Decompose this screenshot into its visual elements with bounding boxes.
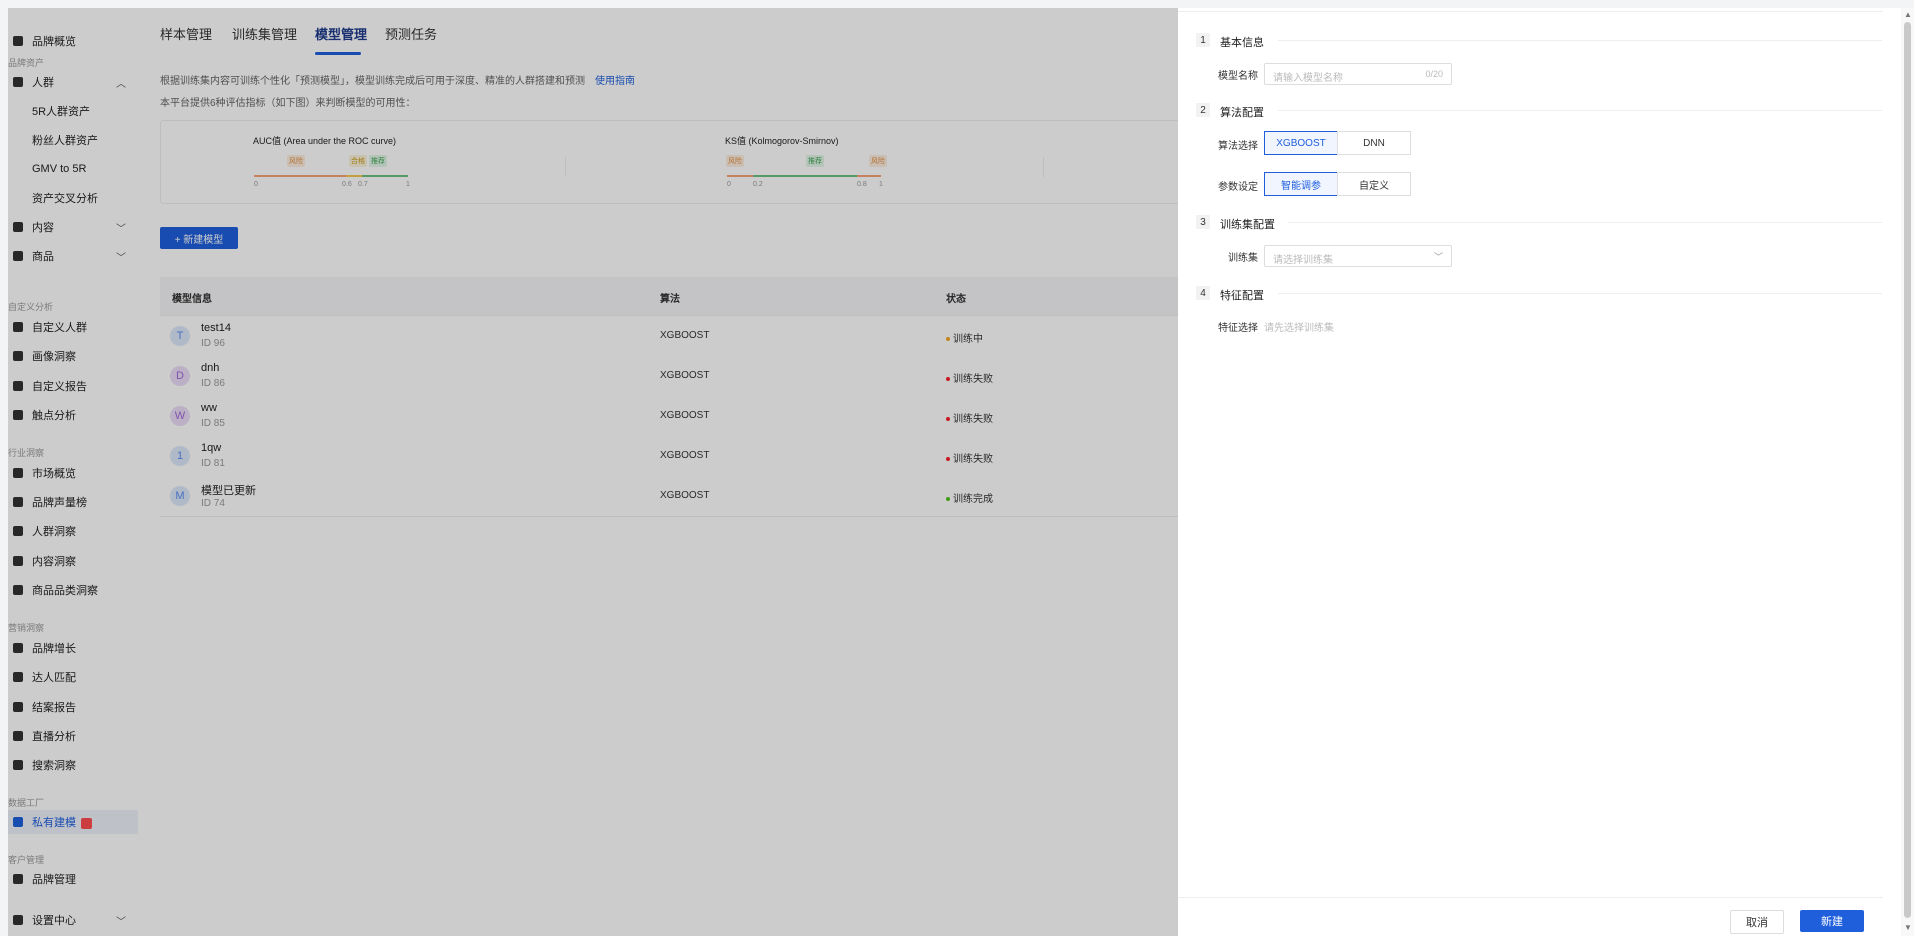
divider: [1278, 293, 1882, 294]
divider: [1178, 11, 1883, 12]
section-title: 算法配置: [1220, 107, 1264, 119]
section-number: 1: [1196, 33, 1210, 47]
input-placeholder: 请输入模型名称: [1273, 73, 1343, 84]
app-frame: 品牌概览 品牌资产 人群 ︿ 5R人群资产 粉丝人群资产 GMV to 5R 资产…: [8, 8, 1914, 936]
divider: [1288, 222, 1882, 223]
model-name-input[interactable]: 请输入模型名称 0/20: [1264, 63, 1452, 85]
algorithm-selector: XGBOOST DNN: [1264, 131, 1411, 155]
model-name-label: 模型名称: [1218, 71, 1258, 82]
params-option-custom[interactable]: 自定义: [1337, 172, 1411, 196]
select-placeholder: 请选择训练集: [1273, 255, 1333, 266]
algorithm-option-xgboost[interactable]: XGBOOST: [1264, 131, 1338, 155]
features-hint: 请先选择训练集: [1264, 323, 1334, 334]
params-label: 参数设定: [1218, 182, 1258, 193]
section-title: 训练集配置: [1220, 219, 1275, 231]
training-set-label: 训练集: [1228, 253, 1258, 264]
scroll-down-icon[interactable]: ▼: [1904, 923, 1912, 932]
training-set-select[interactable]: 请选择训练集 ﹀: [1264, 245, 1452, 267]
create-button[interactable]: 新建: [1800, 910, 1864, 932]
features-label: 特征选择: [1218, 323, 1258, 334]
divider: [1178, 897, 1883, 898]
chevron-down-icon: ﹀: [1433, 252, 1443, 262]
cancel-button[interactable]: 取消: [1730, 910, 1784, 934]
algorithm-label: 算法选择: [1218, 141, 1258, 152]
section-number: 4: [1196, 286, 1210, 300]
char-counter: 0/20: [1425, 69, 1443, 79]
section-number: 3: [1196, 215, 1210, 229]
create-model-drawer: 1 基本信息 模型名称 请输入模型名称 0/20 2 算法配置 算法选择 XGB…: [1178, 8, 1914, 936]
params-selector: 智能调参 自定义: [1264, 172, 1411, 196]
divider: [1278, 110, 1882, 111]
scrollbar[interactable]: ▲ ▼: [1901, 8, 1914, 936]
section-number: 2: [1196, 103, 1210, 117]
section-title: 特征配置: [1220, 290, 1264, 302]
algorithm-option-dnn[interactable]: DNN: [1337, 131, 1411, 155]
scrollbar-thumb[interactable]: [1904, 22, 1911, 918]
section-title: 基本信息: [1220, 37, 1264, 49]
scroll-up-icon[interactable]: ▲: [1904, 10, 1912, 19]
params-option-auto[interactable]: 智能调参: [1264, 172, 1338, 196]
divider: [1278, 40, 1882, 41]
modal-mask[interactable]: [8, 8, 1178, 936]
